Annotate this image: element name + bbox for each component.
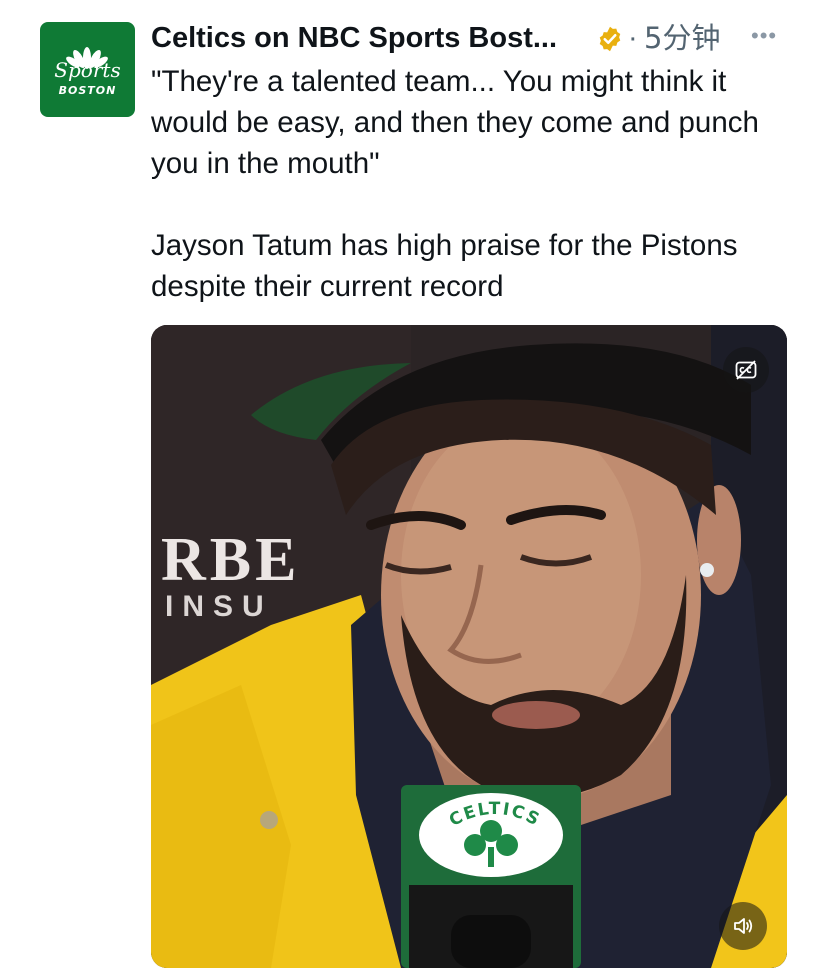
tweet-video[interactable]: RBE INSU CELTICS [151,325,787,968]
tweet-quote: "They're a talented team... You might th… [151,65,759,180]
backdrop-sponsor-subtext: INSU [165,590,273,623]
mic-flag-text: CELTICS [446,799,542,831]
author-avatar[interactable]: Sports BOSTON [40,22,135,117]
avatar-logo-sports: Sports [54,58,121,82]
more-options-button[interactable]: ••• [751,18,777,54]
video-frame-image [151,325,787,968]
header-separator: · [628,22,638,54]
captions-off-icon [735,360,757,380]
verified-badge-icon [599,26,621,52]
speaker-icon [734,918,753,934]
tweet-header: Celtics on NBC Sports Bost... · 5分钟 ••• [151,18,791,58]
captions-toggle-button[interactable] [723,347,769,393]
mic-flag-logo: CELTICS [446,799,544,831]
tweet-text: "They're a talented team... You might th… [151,61,801,307]
tweet-timestamp[interactable]: 5分钟 [644,18,720,58]
backdrop-sponsor-text: RBE [161,526,301,594]
sound-toggle-button[interactable] [719,902,767,950]
svg-text:CELTICS: CELTICS [446,799,544,831]
author-name[interactable]: Celtics on NBC Sports Bost... [151,18,557,58]
tweet-body: Jayson Tatum has high praise for the Pis… [151,229,738,303]
avatar-logo-boston: BOSTON [58,84,117,97]
